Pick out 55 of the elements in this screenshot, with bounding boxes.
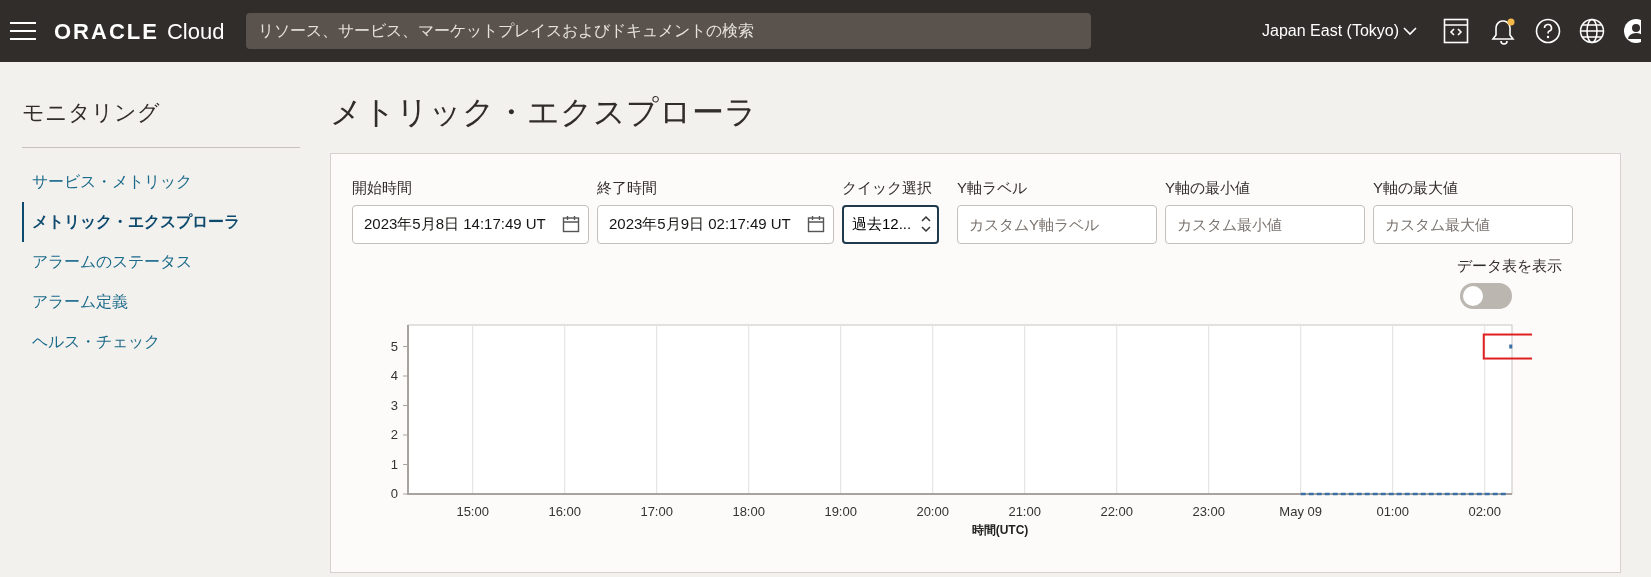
chevron-down-icon <box>1403 26 1417 36</box>
highlight-frame <box>1482 333 1532 360</box>
calendar-icon[interactable] <box>562 215 580 233</box>
x-tick-label: 23:00 <box>1192 504 1225 519</box>
x-tick-label: 16:00 <box>548 504 581 519</box>
region-selector[interactable]: Japan East (Tokyo) <box>1262 19 1417 43</box>
x-tick-label: 19:00 <box>824 504 857 519</box>
y-tick-label: 0 <box>390 486 398 501</box>
y-tick-label: 5 <box>390 338 398 354</box>
x-tick-label: 18:00 <box>732 504 765 519</box>
y-axis-max-field[interactable]: カスタム最大値 <box>1373 204 1573 244</box>
x-tick-label: 22:00 <box>1100 504 1133 519</box>
globe-icon[interactable] <box>1579 18 1605 44</box>
y-axis-min-field[interactable]: カスタム最小値 <box>1165 204 1365 244</box>
search-field[interactable]: リソース、サービス、マーケットプレイスおよびドキュメントの検索 <box>246 13 1092 49</box>
x-tick-label: 15:00 <box>456 504 489 519</box>
x-tick-label: 21:00 <box>1008 504 1041 519</box>
y-tick-label: 1 <box>390 456 398 472</box>
sidebar-item[interactable]: アラーム定義 <box>22 282 300 322</box>
y-tick-label: 3 <box>390 397 398 413</box>
x-tick-label: 20:00 <box>916 504 949 519</box>
field-label: クイック選択 <box>842 178 933 198</box>
start-time-field[interactable]: 2023年5月8日 14:17:49 UT <box>352 204 589 244</box>
brand-product[interactable]: Cloud <box>166 14 225 48</box>
page-title: メトリック・エクスプローラ <box>330 93 758 132</box>
menu-icon[interactable] <box>10 22 36 40</box>
code-editor-icon[interactable] <box>1443 18 1469 44</box>
data-table-toggle[interactable] <box>1460 283 1512 309</box>
x-axis-title: 時間(UTC) <box>971 523 1029 537</box>
up-down-chevron-icon <box>921 215 931 233</box>
y-tick-label: 2 <box>390 427 398 442</box>
y-axis-label-field[interactable]: カスタムY軸ラベル <box>957 204 1157 244</box>
calendar-icon[interactable] <box>807 215 825 233</box>
field-label: 開始時間 <box>352 178 413 198</box>
y-tick-label: 4 <box>390 368 398 383</box>
bell-icon[interactable] <box>1491 17 1517 45</box>
field-label: Y軸の最大値 <box>1373 178 1459 198</box>
field-label: Y軸の最小値 <box>1165 178 1251 198</box>
sidebar-item[interactable]: サービス・メトリック <box>22 162 300 202</box>
sidebar-title: モニタリング <box>22 62 300 148</box>
sidebar-item[interactable]: ヘルス・チェック <box>22 322 300 362</box>
sidebar-item[interactable]: メトリック・エクスプローラ <box>22 202 300 242</box>
user-avatar-icon[interactable] <box>1623 18 1641 44</box>
help-icon[interactable] <box>1535 18 1561 44</box>
field-label: Y軸ラベル <box>957 178 1028 198</box>
field-label: 終了時間 <box>597 178 658 198</box>
x-tick-label: 02:00 <box>1468 504 1501 519</box>
end-time-field[interactable]: 2023年5月9日 02:17:49 UT <box>597 204 834 244</box>
quick-select-dropdown[interactable]: 過去12... <box>842 204 939 244</box>
x-tick-label: May 09 <box>1279 504 1322 519</box>
brand-logo[interactable]: ORACLE <box>54 14 159 48</box>
x-tick-label: 17:00 <box>640 504 673 519</box>
toggle-label: データ表を表示 <box>1457 255 1562 276</box>
sidebar-item[interactable]: アラームのステータス <box>22 242 300 282</box>
x-tick-label: 01:00 <box>1376 504 1409 519</box>
